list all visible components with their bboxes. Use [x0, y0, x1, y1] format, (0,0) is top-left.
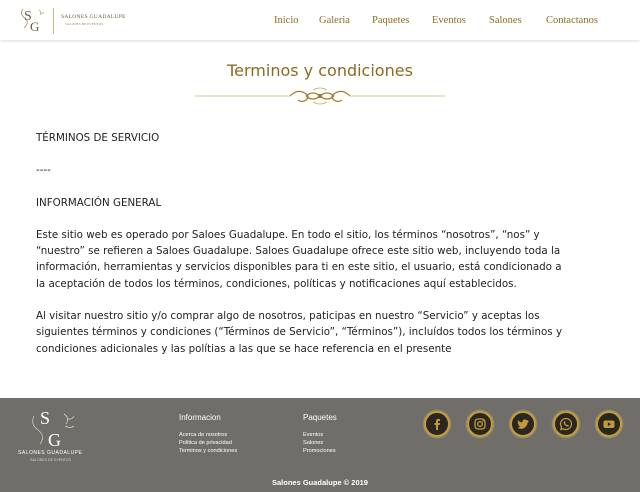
facebook-button[interactable] — [424, 411, 450, 437]
terms-paragraph: Al visitar nuestro sitio y/o comprar alg… — [36, 310, 563, 355]
terms-separator: ---- — [36, 164, 51, 177]
footer-packages-title: Paquetes — [303, 413, 337, 422]
svg-text:S: S — [40, 408, 50, 428]
nav-item-inicio[interactable]: Inicio — [274, 15, 299, 26]
footer-link-promociones[interactable]: Promociones — [303, 448, 336, 454]
terms-heading: TÉRMINOS DE SERVICIO — [36, 132, 160, 144]
ornamental-divider-icon — [195, 87, 445, 105]
terms-content: TÉRMINOS DE SERVICIO ---- INFORMACIÓN GE… — [36, 130, 566, 357]
twitter-button[interactable] — [510, 411, 536, 437]
page-title: Terminos y condiciones — [227, 61, 413, 80]
instagram-icon — [474, 418, 486, 430]
footer-link-salones[interactable]: Salones — [303, 440, 323, 446]
site-header: S G SALONES GUADALUPE SALONES DE EVENTOS… — [0, 0, 640, 40]
footer-link-privacy[interactable]: Politica de privacidad — [179, 440, 232, 446]
footer-link-terms[interactable]: Terminos y condiciones — [179, 448, 237, 454]
twitter-icon — [517, 419, 529, 429]
footer-info-title: Informacion — [179, 413, 221, 422]
nav-item-eventos[interactable]: Eventos — [432, 15, 466, 26]
youtube-button[interactable] — [596, 411, 622, 437]
section-title: INFORMACIÓN GENERAL — [36, 196, 162, 209]
instagram-button[interactable] — [467, 411, 493, 437]
facebook-icon — [434, 419, 440, 430]
main-nav: Inicio Galeria Paquetes Eventos Salones … — [0, 15, 640, 29]
whatsapp-icon — [559, 417, 573, 431]
terms-paragraph: Este sitio web es operado por Saloes Gua… — [36, 228, 562, 290]
nav-item-paquetes[interactable]: Paquetes — [372, 15, 409, 26]
footer-brand-subtitle: SALONES DE EVENTOS — [30, 458, 72, 462]
copyright-text: Salones Guadalupe © 2019 — [272, 478, 368, 487]
nav-item-contactanos[interactable]: Contactanos — [546, 15, 598, 26]
nav-item-galeria[interactable]: Galeria — [319, 15, 350, 26]
whatsapp-button[interactable] — [553, 411, 579, 437]
youtube-icon — [603, 420, 615, 428]
svg-text:G: G — [48, 430, 61, 450]
footer-link-about[interactable]: Acerca de nosotros — [179, 432, 227, 438]
nav-item-salones[interactable]: Salones — [489, 15, 522, 26]
footer-link-eventos[interactable]: Eventos — [303, 432, 323, 438]
footer-brand-name: SALONES GUADALUPE — [18, 450, 83, 456]
